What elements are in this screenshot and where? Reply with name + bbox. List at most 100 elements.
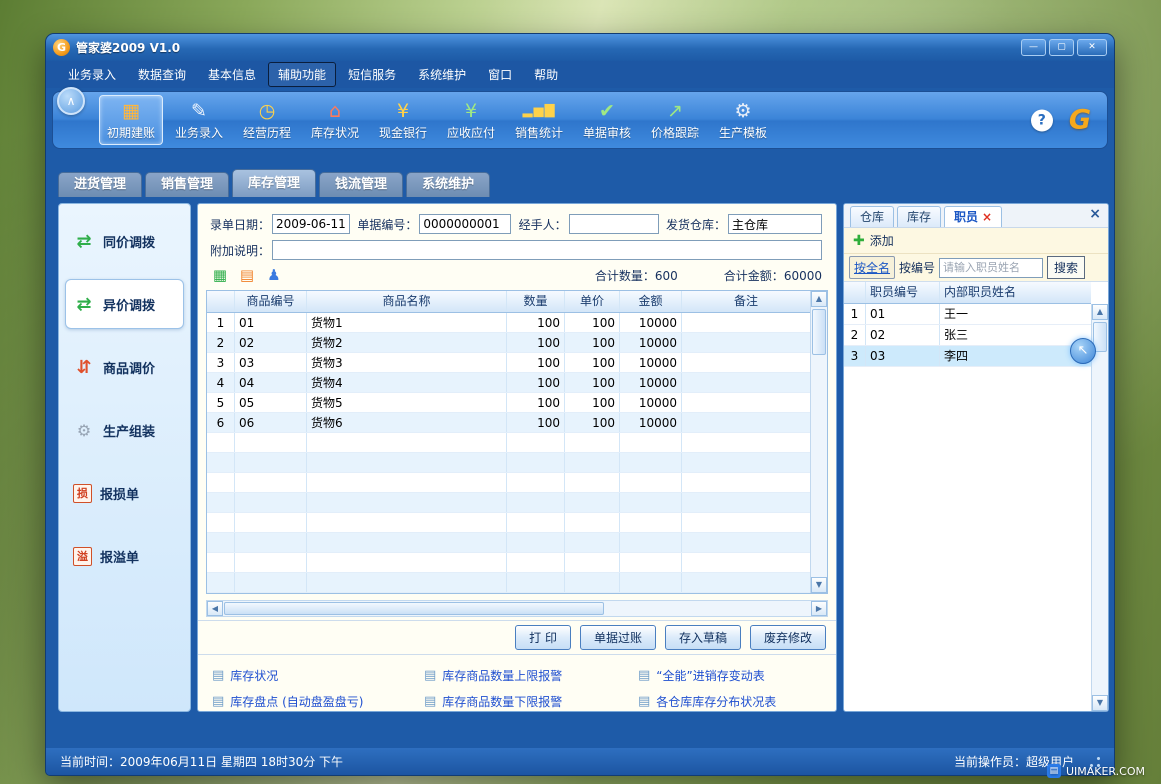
table-row-empty[interactable] — [207, 433, 810, 453]
scroll-up-icon[interactable]: ▲ — [811, 291, 827, 307]
tab-purchase-management[interactable]: 进货管理 — [58, 172, 142, 197]
doc-no-input[interactable] — [419, 214, 511, 234]
toolbar-item-inventory-status[interactable]: ⌂ 库存状况 — [303, 95, 367, 145]
toolbar-item-business-entry[interactable]: ✎ 业务录入 — [167, 95, 231, 145]
sidebar-item-same-price-transfer[interactable]: ⇄ 同价调拨 — [65, 216, 184, 266]
sidebar-item-assembly[interactable]: ⚙ 生产组装 — [65, 405, 184, 455]
link-inventory-status[interactable]: ▤ 库存状况 — [212, 662, 424, 688]
toolbar-item-initial-setup[interactable]: ▦ 初期建账 — [99, 95, 163, 145]
table-row[interactable]: 6 06 货物6 100 100 10000 — [207, 413, 810, 433]
table-row[interactable]: 2 02 货物2 100 100 10000 — [207, 333, 810, 353]
grid-tool-icon[interactable]: ▦ — [210, 265, 230, 285]
table-row[interactable]: 3 03 货物3 100 100 10000 — [207, 353, 810, 373]
toolbar-item-sales-stats[interactable]: ▂▅▇ 销售统计 — [507, 95, 571, 145]
toolbar-item-history[interactable]: ◷ 经营历程 — [235, 95, 299, 145]
table-row[interactable]: 1 01 货物1 100 100 10000 — [207, 313, 810, 333]
maximize-button[interactable]: ▢ — [1049, 39, 1074, 56]
sidebar-item-loss-report[interactable]: 损 报损单 — [65, 468, 184, 518]
table-row-empty[interactable] — [207, 493, 810, 513]
collapse-toolbar-button[interactable]: ∧ — [57, 87, 85, 115]
scroll-left-icon[interactable]: ◀ — [207, 601, 223, 616]
toolbar-item-cash-bank[interactable]: ¥ 现金银行 — [371, 95, 435, 145]
panel-close-icon[interactable]: × — [1089, 207, 1101, 221]
staff-row[interactable]: 1 01 王一 — [844, 304, 1091, 325]
link-warehouse-distribution[interactable]: ▤ 各仓库库存分布状况表 — [638, 688, 830, 712]
filter-code-button[interactable]: 按编号 — [899, 259, 935, 276]
vertical-scrollbar[interactable]: ▲ ▼ — [810, 291, 827, 593]
date-input[interactable] — [272, 214, 350, 234]
minimize-button[interactable]: — — [1021, 39, 1046, 56]
note-input[interactable] — [272, 240, 822, 260]
toolbar-item-receivable-payable[interactable]: ¥ 应收应付 — [439, 95, 503, 145]
menu-item-help[interactable]: 帮助 — [524, 62, 568, 87]
toolbar-item-label: 库存状况 — [311, 124, 359, 141]
person-tool-icon[interactable]: ♟ — [264, 265, 284, 285]
cell-note — [682, 393, 810, 412]
table-row-empty[interactable] — [207, 513, 810, 533]
toolbar-right-group: ? G — [1031, 105, 1091, 136]
save-draft-button[interactable]: 存入草稿 — [665, 625, 741, 650]
ledger-icon: ▦ — [122, 99, 140, 123]
sidebar-item-price-adjust[interactable]: ⇵ 商品调价 — [65, 342, 184, 392]
add-icon[interactable]: ✚ — [853, 233, 865, 249]
menu-item-window[interactable]: 窗口 — [478, 62, 522, 87]
discard-changes-button[interactable]: 废弃修改 — [750, 625, 826, 650]
menu-item-data-query[interactable]: 数据查询 — [128, 62, 196, 87]
cell-amount: 10000 — [620, 393, 682, 412]
scroll-down-icon[interactable]: ▼ — [811, 577, 827, 593]
tab-close-icon[interactable]: × — [982, 207, 992, 227]
add-button[interactable]: 添加 — [870, 232, 894, 249]
menu-item-sms-service[interactable]: 短信服务 — [338, 62, 406, 87]
menu-item-basic-info[interactable]: 基本信息 — [198, 62, 266, 87]
scrollbar-thumb[interactable] — [224, 602, 604, 615]
cell-qty: 100 — [507, 313, 565, 332]
tab-inventory-management[interactable]: 库存管理 — [232, 169, 316, 197]
table-row[interactable]: 4 04 货物4 100 100 10000 — [207, 373, 810, 393]
close-button[interactable]: ✕ — [1077, 39, 1107, 56]
tab-cashflow-management[interactable]: 钱流管理 — [319, 172, 403, 197]
print-button[interactable]: 打 印 — [515, 625, 571, 650]
table-row-empty[interactable] — [207, 533, 810, 553]
sidebar-item-diff-price-transfer[interactable]: ⇄ 异价调拨 — [65, 279, 184, 329]
table-row-empty[interactable] — [207, 553, 810, 573]
table-row[interactable]: 5 05 货物5 100 100 10000 — [207, 393, 810, 413]
sidebar-item-overflow-report[interactable]: 溢 报溢单 — [65, 531, 184, 581]
filter-fullname-button[interactable]: 按全名 — [849, 256, 895, 279]
search-button[interactable]: 搜索 — [1047, 256, 1085, 279]
cell-amount: 10000 — [620, 373, 682, 392]
table-row-empty[interactable] — [207, 473, 810, 493]
staff-row-selected[interactable]: 3 03 李四 — [844, 346, 1091, 367]
tab-inventory[interactable]: 库存 — [897, 206, 941, 227]
help-icon[interactable]: ? — [1031, 109, 1053, 131]
link-lower-limit-alarm[interactable]: ▤ 库存商品数量下限报警 — [424, 688, 638, 712]
table-row-empty[interactable] — [207, 573, 810, 593]
horizontal-scrollbar[interactable]: ◀ ▶ — [206, 600, 828, 617]
toolbar-item-price-track[interactable]: ↗ 价格跟踪 — [643, 95, 707, 145]
menu-item-business-entry[interactable]: 业务录入 — [58, 62, 126, 87]
vertical-scrollbar[interactable]: ▲ ▼ — [1091, 304, 1108, 711]
staff-search-input[interactable] — [939, 258, 1043, 278]
items-table: 商品编号 商品名称 数量 单价 金额 备注 1 01 货物1 100 — [206, 290, 828, 594]
toolbar-item-audit[interactable]: ✔ 单据审核 — [575, 95, 639, 145]
link-upper-limit-alarm[interactable]: ▤ 库存商品数量上限报警 — [424, 662, 638, 688]
total-qty-label: 合计数量： — [595, 269, 655, 283]
calendar-tool-icon[interactable]: ▤ — [237, 265, 257, 285]
scroll-up-icon[interactable]: ▲ — [1092, 304, 1108, 320]
scroll-right-icon[interactable]: ▶ — [811, 601, 827, 616]
handler-input[interactable] — [569, 214, 659, 234]
link-allround-flow-report[interactable]: ▤ “全能”进销存变动表 — [638, 662, 830, 688]
tab-system-maintenance[interactable]: 系统维护 — [406, 172, 490, 197]
warehouse-input[interactable] — [728, 214, 822, 234]
toolbar-item-production-template[interactable]: ⚙ 生产模板 — [711, 95, 775, 145]
link-stocktaking[interactable]: ▤ 库存盘点 (自动盘盈盘亏) — [212, 688, 424, 712]
post-document-button[interactable]: 单据过账 — [580, 625, 656, 650]
scrollbar-thumb[interactable] — [812, 309, 826, 355]
scroll-down-icon[interactable]: ▼ — [1092, 695, 1108, 711]
table-row-empty[interactable] — [207, 453, 810, 473]
tab-staff[interactable]: 职员 × — [944, 206, 1002, 227]
staff-row[interactable]: 2 02 张三 — [844, 325, 1091, 346]
tab-sales-management[interactable]: 销售管理 — [145, 172, 229, 197]
tab-warehouse[interactable]: 仓库 — [850, 206, 894, 227]
menu-item-system-maintenance[interactable]: 系统维护 — [408, 62, 476, 87]
menu-item-aux-functions[interactable]: 辅助功能 — [268, 62, 336, 87]
